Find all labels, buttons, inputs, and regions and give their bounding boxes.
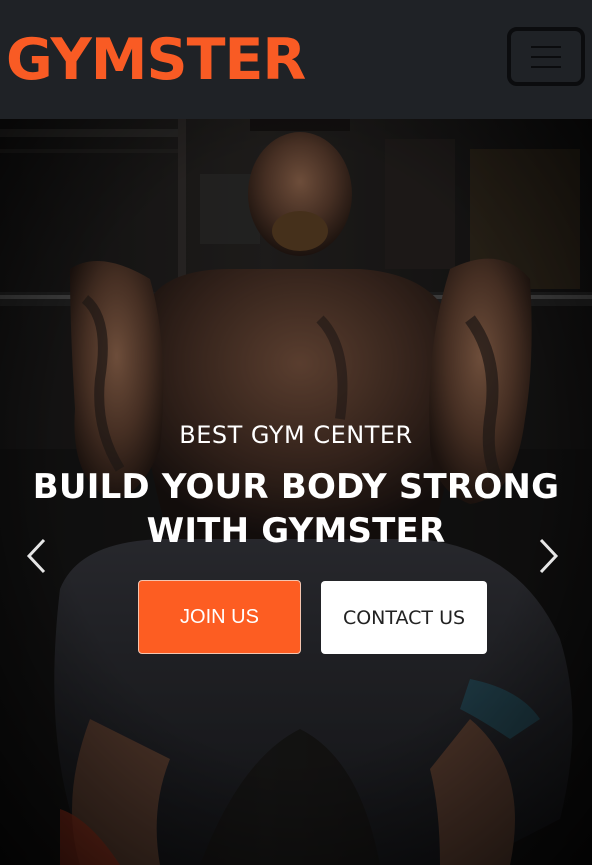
hamburger-icon [531, 65, 561, 68]
chevron-left-icon [26, 538, 46, 574]
navbar: GYMSTER [0, 0, 592, 119]
hamburger-icon [531, 55, 561, 58]
hero-title: BUILD YOUR BODY STRONG WITH GYMSTER [0, 465, 592, 553]
hero-carousel: BEST GYM CENTER BUILD YOUR BODY STRONG W… [0, 119, 592, 865]
carousel-next-button[interactable] [534, 534, 564, 578]
join-us-button[interactable]: JOIN US [138, 580, 301, 654]
hero-subtitle: BEST GYM CENTER [179, 421, 413, 449]
chevron-right-icon [539, 538, 559, 574]
hero-title-line-2: WITH GYMSTER [146, 511, 446, 551]
contact-us-button[interactable]: CONTACT US [321, 581, 487, 654]
navbar-toggle-button[interactable] [507, 27, 585, 86]
carousel-prev-button[interactable] [21, 534, 51, 578]
hero-title-line-1: BUILD YOUR BODY STRONG [32, 467, 560, 507]
hamburger-icon [531, 45, 561, 48]
brand-logo[interactable]: GYMSTER [6, 32, 306, 89]
